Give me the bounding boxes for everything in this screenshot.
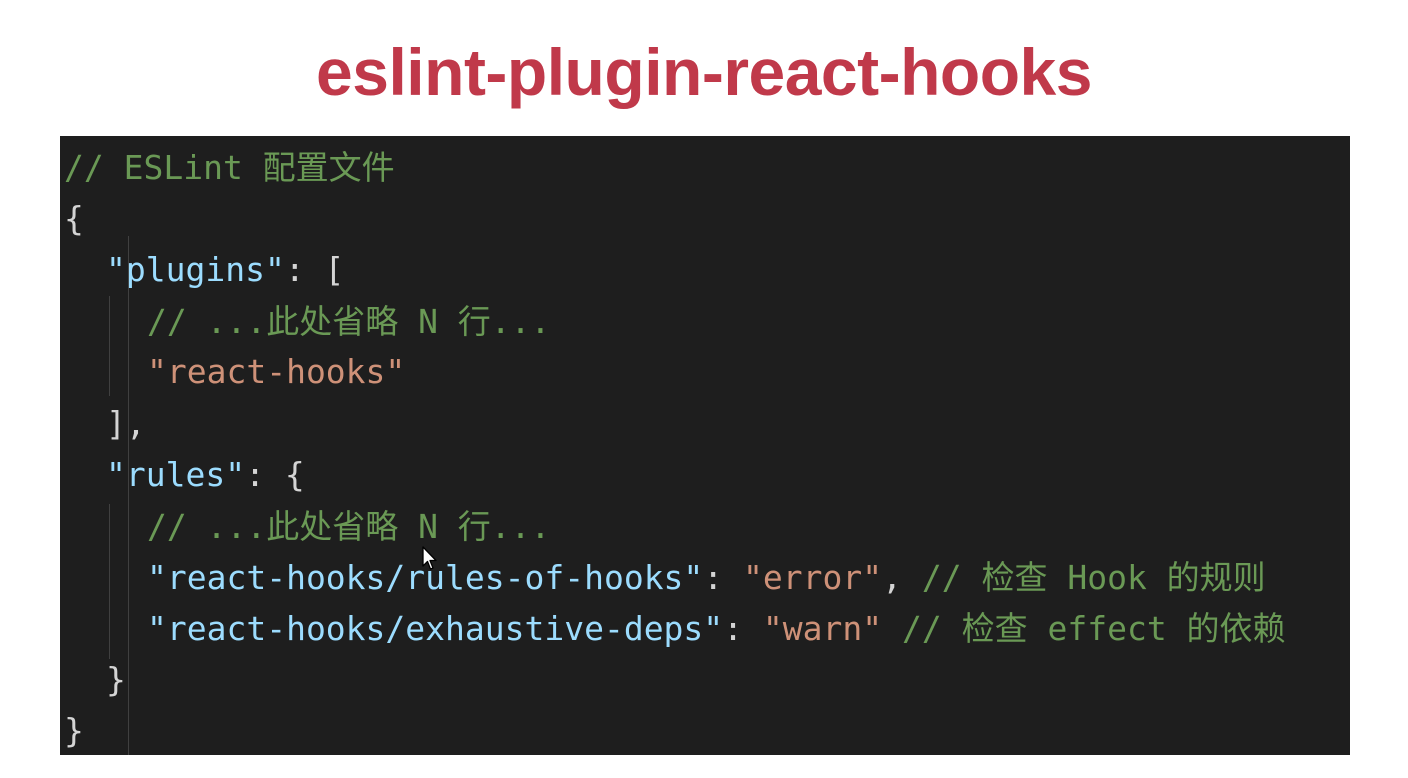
code-comment: // 检查 effect 的依赖 [902,609,1286,648]
rule-space [882,609,902,648]
indent-guide [128,236,129,755]
slide: eslint-plugin-react-hooks // ESLint 配置文件… [0,0,1408,778]
rule-value: "error" [743,558,883,597]
indent-guide [109,296,110,396]
code-line-plugins-comment: // ...此处省略 N 行... [147,302,550,342]
code-line-plugin-value: "react-hooks" [147,352,405,392]
indent-guide [109,504,110,659]
code-line-rules-close: } [106,660,126,700]
code-comment: // ...此处省略 N 行... [147,507,551,546]
code-line-rules-of-hooks: "react-hooks/rules-of-hooks": "error", /… [147,558,1266,598]
code-line-plugins-close: ], [106,404,146,444]
code-line-rules-comment: // ...此处省略 N 行... [147,507,550,547]
code-line-open-brace: { [64,199,84,239]
code-line-rules: "rules": { [106,455,305,495]
rule-comma: , [882,558,922,597]
code-line-comment: // ESLint 配置文件 [64,148,395,188]
rule-colon: : [723,609,763,648]
rule-value: "warn" [762,609,883,648]
code-line-plugins: "plugins": [ [106,250,344,290]
rule-key: "react-hooks/exhaustive-deps" [147,609,724,648]
plugins-close: ], [106,404,146,443]
rules-key: "rules" [106,455,246,494]
plugins-punctuation: : [ [284,250,345,289]
open-brace: { [64,199,84,238]
rules-punctuation: : { [245,455,305,494]
rule-colon: : [703,558,744,597]
slide-title: eslint-plugin-react-hooks [316,35,1092,109]
code-comment: // ESLint 配置文件 [64,148,395,187]
close-brace: } [64,711,84,750]
code-editor: // ESLint 配置文件 { "plugins": [ // ...此处省略… [60,136,1350,755]
code-line-exhaustive-deps: "react-hooks/exhaustive-deps": "warn" //… [147,609,1286,649]
plugins-key: "plugins" [106,250,285,289]
code-line-close-brace: } [64,711,84,751]
mouse-pointer-icon [422,546,437,570]
rules-close: } [106,660,126,699]
code-comment: // 检查 Hook 的规则 [921,558,1266,597]
code-comment: // ...此处省略 N 行... [147,302,551,341]
plugin-value: "react-hooks" [147,352,406,391]
